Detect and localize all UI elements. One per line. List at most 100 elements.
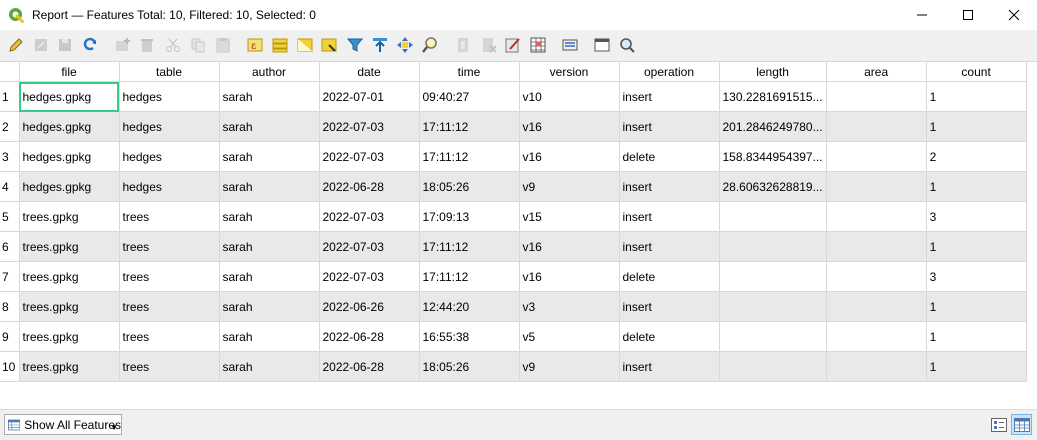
cell-date[interactable]: 2022-06-28 bbox=[319, 351, 420, 382]
cell-area[interactable] bbox=[826, 81, 927, 112]
cell-table[interactable]: trees bbox=[119, 231, 220, 262]
cell-author[interactable]: sarah bbox=[219, 111, 320, 142]
field-calculator-button[interactable] bbox=[504, 36, 522, 54]
cell-length[interactable] bbox=[719, 201, 827, 232]
cell-date[interactable]: 2022-07-03 bbox=[319, 231, 420, 262]
cell-table[interactable]: trees bbox=[119, 351, 220, 382]
cell-author[interactable]: sarah bbox=[219, 231, 320, 262]
table-row[interactable]: 9 trees.gpkg trees sarah 2022-06-28 16:55:38 v… bbox=[0, 321, 1027, 352]
delete-field-button[interactable] bbox=[480, 36, 498, 54]
cell-author[interactable]: sarah bbox=[219, 171, 320, 202]
cell-count[interactable]: 1 bbox=[926, 231, 1027, 262]
cell-author[interactable]: sarah bbox=[219, 351, 320, 382]
cell-time[interactable]: 18:05:26 bbox=[419, 351, 520, 382]
cell-count[interactable]: 3 bbox=[926, 261, 1027, 292]
cell-date[interactable]: 2022-07-03 bbox=[319, 141, 420, 172]
cell-author[interactable]: sarah bbox=[219, 201, 320, 232]
column-header-date[interactable]: date bbox=[319, 62, 420, 82]
cell-table[interactable]: hedges bbox=[119, 81, 220, 112]
cell-length[interactable]: 28.60632628819... bbox=[719, 171, 827, 202]
column-header-version[interactable]: version bbox=[519, 62, 620, 82]
cell-time[interactable]: 17:11:12 bbox=[419, 231, 520, 262]
cell-table[interactable]: hedges bbox=[119, 111, 220, 142]
cell-time[interactable]: 17:11:12 bbox=[419, 111, 520, 142]
dock-attribute-table-button[interactable] bbox=[593, 36, 611, 54]
cell-time[interactable]: 16:55:38 bbox=[419, 321, 520, 352]
cell-author[interactable]: sarah bbox=[219, 321, 320, 352]
column-header-length[interactable]: length bbox=[719, 62, 827, 82]
cell-count[interactable]: 2 bbox=[926, 141, 1027, 172]
cell-length[interactable] bbox=[719, 351, 827, 382]
cell-count[interactable]: 1 bbox=[926, 171, 1027, 202]
new-field-button[interactable] bbox=[455, 36, 473, 54]
table-row[interactable]: 10 trees.gpkg trees sarah 2022-06-28 18:05:26… bbox=[0, 351, 1027, 382]
cell-file[interactable]: trees.gpkg bbox=[19, 351, 120, 382]
cell-version[interactable]: v5 bbox=[519, 321, 620, 352]
form-view-button[interactable] bbox=[988, 414, 1009, 435]
cell-operation[interactable]: insert bbox=[619, 351, 720, 382]
cell-author[interactable]: sarah bbox=[219, 141, 320, 172]
table-row[interactable]: 4 hedges.gpkg hedges sarah 2022-06-28 18:05:2… bbox=[0, 171, 1027, 202]
cell-author[interactable]: sarah bbox=[219, 81, 320, 112]
cell-author[interactable]: sarah bbox=[219, 261, 320, 292]
cell-file[interactable]: hedges.gpkg bbox=[19, 81, 120, 112]
cell-count[interactable]: 1 bbox=[926, 321, 1027, 352]
cell-area[interactable] bbox=[826, 201, 927, 232]
table-row[interactable]: 2 hedges.gpkg hedges sarah 2022-07-03 17:11:1… bbox=[0, 111, 1027, 142]
show-features-dropdown[interactable]: Show All Features ▼ bbox=[4, 414, 122, 435]
cell-area[interactable] bbox=[826, 351, 927, 382]
cell-operation[interactable]: insert bbox=[619, 201, 720, 232]
cell-version[interactable]: v9 bbox=[519, 351, 620, 382]
column-header-file[interactable]: file bbox=[19, 62, 120, 82]
column-header-time[interactable]: time bbox=[419, 62, 520, 82]
zoom-to-selected-button[interactable] bbox=[421, 36, 439, 54]
cell-date[interactable]: 2022-07-03 bbox=[319, 261, 420, 292]
table-row[interactable]: 8 trees.gpkg trees sarah 2022-06-26 12:44:20 v… bbox=[0, 291, 1027, 322]
add-feature-button[interactable] bbox=[114, 36, 132, 54]
cell-version[interactable]: v16 bbox=[519, 261, 620, 292]
cell-file[interactable]: hedges.gpkg bbox=[19, 111, 120, 142]
cut-button[interactable] bbox=[164, 36, 182, 54]
cell-table[interactable]: trees bbox=[119, 261, 220, 292]
cell-file[interactable]: hedges.gpkg bbox=[19, 141, 120, 172]
cell-version[interactable]: v15 bbox=[519, 201, 620, 232]
cell-operation[interactable]: insert bbox=[619, 111, 720, 142]
filter-button[interactable] bbox=[346, 36, 364, 54]
organize-columns-button[interactable] bbox=[618, 36, 636, 54]
cell-area[interactable] bbox=[826, 261, 927, 292]
cell-area[interactable] bbox=[826, 231, 927, 262]
actions-button[interactable] bbox=[561, 36, 579, 54]
corner-header[interactable] bbox=[0, 62, 20, 82]
cell-table[interactable]: trees bbox=[119, 291, 220, 322]
cell-length[interactable]: 201.2846249780... bbox=[719, 111, 827, 142]
cell-operation[interactable]: delete bbox=[619, 141, 720, 172]
cell-count[interactable]: 1 bbox=[926, 291, 1027, 322]
column-header-operation[interactable]: operation bbox=[619, 62, 720, 82]
table-view-button[interactable] bbox=[1011, 414, 1032, 435]
cell-file[interactable]: trees.gpkg bbox=[19, 201, 120, 232]
cell-time[interactable]: 17:11:12 bbox=[419, 141, 520, 172]
table-row[interactable]: 6 trees.gpkg trees sarah 2022-07-03 17:11:12 v… bbox=[0, 231, 1027, 262]
reload-button[interactable] bbox=[81, 36, 99, 54]
cell-operation[interactable]: insert bbox=[619, 291, 720, 322]
cell-area[interactable] bbox=[826, 321, 927, 352]
paste-button[interactable] bbox=[214, 36, 232, 54]
deselect-all-button[interactable] bbox=[320, 36, 338, 54]
cell-length[interactable] bbox=[719, 261, 827, 292]
row-number[interactable]: 9 bbox=[0, 321, 20, 352]
cell-date[interactable]: 2022-06-28 bbox=[319, 171, 420, 202]
cell-area[interactable] bbox=[826, 141, 927, 172]
cell-count[interactable]: 1 bbox=[926, 351, 1027, 382]
cell-area[interactable] bbox=[826, 291, 927, 322]
cell-file[interactable]: hedges.gpkg bbox=[19, 171, 120, 202]
table-row[interactable]: 5 trees.gpkg trees sarah 2022-07-03 17:09:13 v… bbox=[0, 201, 1027, 232]
cell-version[interactable]: v3 bbox=[519, 291, 620, 322]
cell-length[interactable] bbox=[719, 231, 827, 262]
cell-time[interactable]: 12:44:20 bbox=[419, 291, 520, 322]
cell-length[interactable]: 130.2281691515... bbox=[719, 81, 827, 112]
save-edits-button[interactable] bbox=[56, 36, 74, 54]
row-number[interactable]: 4 bbox=[0, 171, 20, 202]
cell-date[interactable]: 2022-07-01 bbox=[319, 81, 420, 112]
cell-file[interactable]: trees.gpkg bbox=[19, 321, 120, 352]
row-number[interactable]: 5 bbox=[0, 201, 20, 232]
